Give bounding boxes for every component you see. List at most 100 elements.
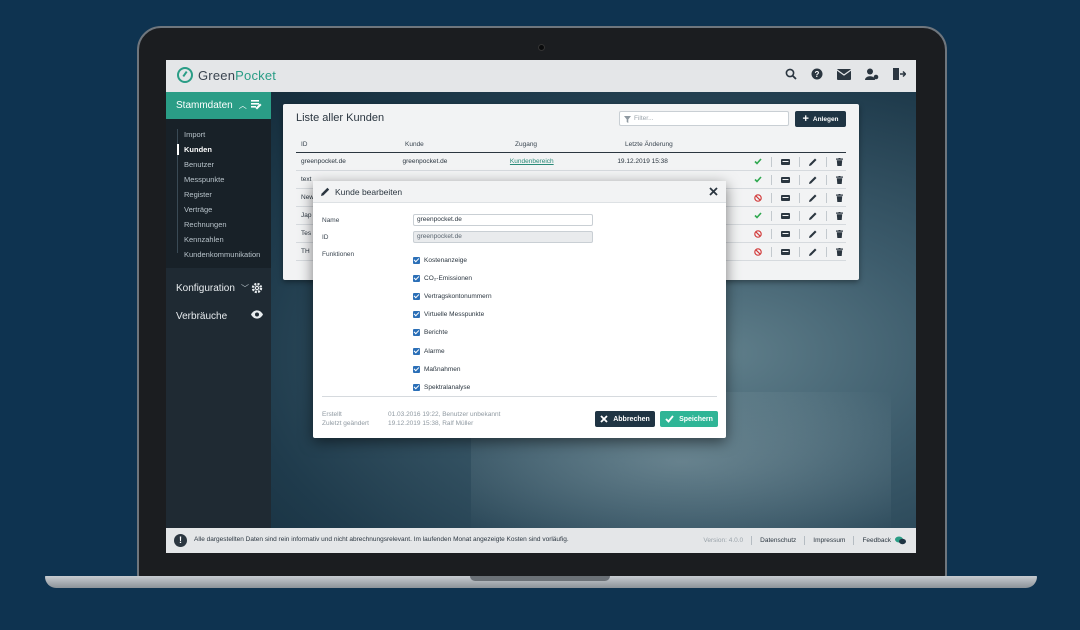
- checkbox-checked-icon[interactable]: [413, 274, 420, 282]
- help-icon[interactable]: ?: [811, 68, 823, 80]
- cell-zugang-link[interactable]: Kundenbereich: [510, 158, 554, 165]
- trash-icon[interactable]: [836, 247, 843, 256]
- checkmark-icon[interactable]: [754, 212, 762, 219]
- pencil-icon[interactable]: [809, 248, 817, 256]
- sidebar-item-register[interactable]: Register: [184, 187, 271, 202]
- id-card-icon[interactable]: [781, 158, 790, 165]
- functions-label: Funktionen: [322, 251, 355, 258]
- checkbox-checked-icon[interactable]: [413, 329, 420, 337]
- imprint-link[interactable]: Impressum: [813, 537, 845, 544]
- functions-list: Kostenanzeige CO₂-Emissionen Vertragskon…: [413, 251, 492, 397]
- function-checkbox-virtuelle-messpunkte[interactable]: Virtuelle Messpunkte: [413, 306, 492, 324]
- id-card-icon[interactable]: [781, 194, 790, 201]
- checkbox-checked-icon[interactable]: [413, 311, 420, 319]
- name-label: Name: [322, 217, 340, 224]
- page-title: Liste aller Kunden: [296, 112, 385, 124]
- sidebar-section-stammdaten[interactable]: Stammdaten ︿: [166, 92, 271, 119]
- meta-labels: Erstellt Zuletzt geändert: [322, 411, 369, 427]
- function-checkbox-berichte[interactable]: Berichte: [413, 324, 492, 342]
- sidebar-section-konfiguration[interactable]: Konfiguration ﹀: [166, 274, 271, 302]
- search-icon[interactable]: [785, 68, 797, 80]
- gear-icon: [251, 282, 263, 294]
- edit-list-icon: [251, 100, 262, 110]
- trash-icon[interactable]: [836, 157, 843, 166]
- trash-icon[interactable]: [836, 229, 843, 238]
- footer-bar: ! Alle dargestellten Daten sind rein inf…: [166, 528, 916, 553]
- svg-text:?: ?: [815, 70, 820, 79]
- function-checkbox-vertragskontonummern[interactable]: Vertragskontonummern: [413, 287, 492, 305]
- sidebar-item-rechnungen[interactable]: Rechnungen: [184, 217, 271, 232]
- cancel-button[interactable]: Abbrechen: [595, 411, 655, 427]
- checkbox-checked-icon[interactable]: [413, 256, 420, 264]
- pencil-icon[interactable]: [809, 230, 817, 238]
- laptop-notch: [470, 576, 610, 581]
- mail-icon[interactable]: [837, 68, 851, 80]
- table-row[interactable]: greenpocket.de greenpocket.de Kundenbereic…: [296, 153, 846, 171]
- sidebar-section-verbraeuche[interactable]: Verbräuche: [166, 302, 271, 330]
- checkmark-icon: [665, 415, 674, 423]
- sidebar-item-messpunkte[interactable]: Messpunkte: [184, 172, 271, 187]
- cell-changed: 19.12.2019 15:38: [617, 158, 668, 165]
- blocked-icon[interactable]: [754, 193, 762, 202]
- logout-icon[interactable]: [893, 68, 906, 80]
- sidebar-item-import[interactable]: Import: [184, 127, 271, 142]
- id-label: ID: [322, 234, 329, 241]
- id-card-icon[interactable]: [781, 212, 790, 219]
- function-checkbox-co2[interactable]: CO₂-Emissionen: [413, 269, 492, 287]
- checkmark-icon[interactable]: [754, 176, 762, 183]
- cell-id: greenpocket.de: [301, 158, 346, 165]
- sidebar-item-kundenkommunikation[interactable]: Kundenkommunikation: [184, 247, 271, 262]
- pencil-icon[interactable]: [809, 212, 817, 220]
- logo-text: GreenPocket: [198, 67, 277, 83]
- chat-icon: [895, 536, 906, 545]
- function-checkbox-massnahmen[interactable]: Maßnahmen: [413, 360, 492, 378]
- dialog-divider: [322, 396, 717, 397]
- function-checkbox-kostenanzeige[interactable]: Kostenanzeige: [413, 251, 492, 269]
- function-checkbox-alarme[interactable]: Alarme: [413, 342, 492, 360]
- trash-icon[interactable]: [836, 175, 843, 184]
- save-button[interactable]: Speichern: [660, 411, 718, 427]
- chevron-down-icon: ﹀: [240, 283, 249, 293]
- blocked-icon[interactable]: [754, 247, 762, 256]
- checkbox-checked-icon[interactable]: [413, 383, 420, 391]
- sidebar-section-label: Konfiguration: [176, 282, 235, 294]
- id-card-icon[interactable]: [781, 176, 790, 183]
- column-id[interactable]: ID: [296, 141, 405, 148]
- user-settings-icon[interactable]: [865, 68, 879, 80]
- function-checkbox-spektralanalyse[interactable]: Spektralanalyse: [413, 378, 492, 396]
- camera: [538, 44, 545, 51]
- trash-icon[interactable]: [836, 211, 843, 220]
- logo[interactable]: GreenPocket: [177, 67, 276, 83]
- privacy-link[interactable]: Datenschutz: [760, 537, 796, 544]
- name-input[interactable]: greenpocket.de: [413, 214, 593, 226]
- id-card-icon[interactable]: [781, 248, 790, 255]
- add-customer-button[interactable]: + Anlegen: [795, 111, 846, 127]
- filter-input[interactable]: Filter...: [619, 111, 789, 126]
- sidebar-item-vertraege[interactable]: Verträge: [184, 202, 271, 217]
- sidebar-item-benutzer[interactable]: Benutzer: [184, 157, 271, 172]
- edit-customer-dialog: Kunde bearbeiten Name greenpocket.de ID …: [313, 181, 726, 438]
- chevron-up-icon: ︿: [238, 101, 247, 110]
- trash-icon[interactable]: [836, 193, 843, 202]
- sidebar-item-kennzahlen[interactable]: Kennzahlen: [184, 232, 271, 247]
- version-label: Version: 4.0.0: [703, 537, 744, 544]
- column-kunde[interactable]: Kunde: [405, 141, 515, 148]
- sidebar-item-kunden[interactable]: Kunden: [177, 142, 271, 157]
- column-letzte-aenderung[interactable]: Letzte Änderung: [625, 141, 765, 148]
- feedback-link[interactable]: Feedback: [862, 536, 906, 545]
- blocked-icon[interactable]: [754, 229, 762, 238]
- checkbox-checked-icon[interactable]: [413, 347, 420, 355]
- checkmark-icon[interactable]: [754, 158, 762, 165]
- id-card-icon[interactable]: [781, 230, 790, 237]
- checkbox-checked-icon[interactable]: [413, 292, 420, 300]
- plus-icon: +: [802, 113, 809, 125]
- checkbox-checked-icon[interactable]: [413, 365, 420, 373]
- cell-kunde: greenpocket.de: [402, 158, 448, 165]
- dialog-header: Kunde bearbeiten: [313, 181, 726, 203]
- pencil-icon[interactable]: [809, 194, 817, 202]
- column-zugang[interactable]: Zugang: [515, 141, 625, 148]
- close-icon[interactable]: [709, 187, 718, 196]
- table-header: ID Kunde Zugang Letzte Änderung: [296, 137, 846, 153]
- pencil-icon[interactable]: [809, 158, 817, 166]
- pencil-icon[interactable]: [809, 176, 817, 184]
